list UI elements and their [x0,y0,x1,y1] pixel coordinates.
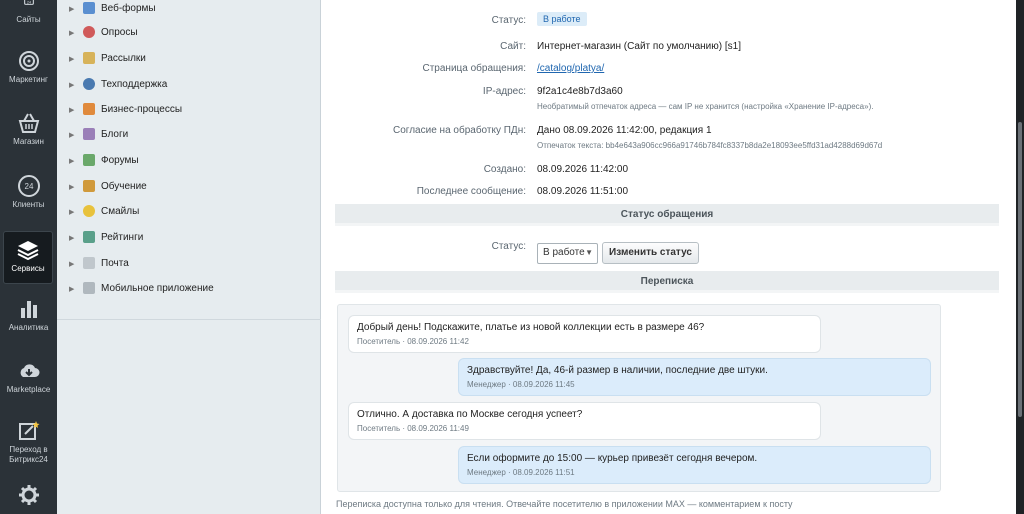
page-label: Страница обращения: [422,63,527,74]
chat-message: Если оформите до 15:00 — курьер привезёт… [458,446,931,484]
tree-item-mobile-app[interactable]: ▶ Мобильное приложение [69,280,214,296]
expand-arrow-icon[interactable]: ▶ [69,157,75,165]
expand-arrow-icon[interactable]: ▶ [69,131,75,139]
basket-icon [18,113,39,133]
nav-item-sites[interactable]: 24 Сайты [0,0,57,25]
consent-value: Дано 08.09.2026 11:42:00, редакция 1 [537,125,712,136]
consent-note: Отпечаток текста: bb4e643a906cc966a91746… [537,141,883,150]
expand-arrow-icon[interactable]: ▶ [69,29,75,37]
consent-label: Согласие на обработку ПДн: [393,125,526,136]
polls-icon [83,26,95,38]
services-tree-panel: ▶ Веб-формы ▶ Опросы ▶ Рассылки ▶ Техподдерж… [57,0,321,514]
bp-icon [83,103,95,115]
webforms-icon [83,2,95,14]
chat-section-title: Переписка [335,271,999,293]
chat-footnote: Переписка доступна только для чтения. От… [336,499,793,509]
nav-item-marketing[interactable]: Маркетинг [0,50,57,85]
expand-arrow-icon[interactable]: ▶ [69,183,75,191]
expand-arrow-icon[interactable]: ▶ [69,106,75,114]
chat-message: Добрый день! Подскажите, платье из новой… [348,315,821,353]
chat-message: Здравствуйте! Да, 46-й размер в наличии,… [458,358,931,396]
status-label: Статус: [491,15,526,26]
expand-arrow-icon[interactable]: ▶ [69,208,75,216]
bar-chart-icon [20,301,37,318]
tree-item-learning[interactable]: ▶ Обучение [69,178,147,194]
created-label: Создано: [483,164,526,175]
chat-history: Добрый день! Подскажите, платье из новой… [337,304,941,492]
nav-item-shop[interactable]: Магазин [0,112,57,147]
ip-value: 9f2a1c4e8b7d3a60 [537,86,623,97]
learning-icon [83,180,95,192]
expand-arrow-icon[interactable]: ▶ [69,234,75,242]
status-select[interactable]: В работе ▼ [537,243,598,264]
tree-item-forums[interactable]: ▶ Форумы [69,152,139,168]
smile-icon [83,205,95,217]
ip-note: Необратимый отпечаток адреса — сам IP не… [537,102,874,111]
expand-arrow-icon[interactable]: ▶ [69,81,75,89]
expand-arrow-icon[interactable]: ▶ [69,260,75,268]
gear-icon [18,485,39,505]
expand-arrow-icon[interactable]: ▶ [69,55,75,63]
last-message-value: 08.09.2026 11:51:00 [537,186,629,197]
tree-item-support[interactable]: ▶ Техподдержка [69,76,167,92]
created-value: 08.09.2026 11:42:00 [537,164,629,175]
ticket-details: Статус: В работе Сайт: Интернет-магазин … [321,0,1016,514]
letter-icon [83,257,95,269]
nav-item-services[interactable]: Сервисы [3,231,53,284]
left-navigation: 24 Сайты Маркетинг Магазин 24 Клиенты Се… [0,0,57,514]
mobile-icon [83,282,95,294]
target-icon [18,51,39,71]
rating-icon [83,231,95,243]
ip-label: IP-адрес: [482,86,526,97]
status-badge: В работе [537,12,587,26]
blog-icon [83,128,95,140]
clients-24-icon: 24 [17,175,40,197]
expand-arrow-icon[interactable]: ▶ [69,285,75,293]
site-value: Интернет-магазин (Сайт по умолчанию) [s1… [537,41,741,52]
tree-item-mail[interactable]: ▶ Почта [69,255,129,271]
scrollbar-thumb[interactable] [1018,122,1022,417]
nav-item-marketplace[interactable]: Marketplace [0,360,57,395]
page-link[interactable]: /catalog/platya/ [537,63,604,74]
svg-text:24: 24 [24,182,33,191]
cloud-download-icon [20,364,39,377]
nav-item-clients[interactable]: 24 Клиенты [0,175,57,210]
tree-item-smileys[interactable]: ▶ Смайлы [69,203,139,219]
chat-message: Отлично. А доставка по Москве сегодня ус… [348,402,821,440]
tree-item-polls[interactable]: ▶ Опросы [69,24,138,40]
chevron-down-icon: ▼ [585,248,593,257]
tree-item-business-processes[interactable]: ▶ Бизнес-процессы [69,101,182,117]
nav-item-analytics[interactable]: Аналитика [0,298,57,333]
expand-arrow-icon[interactable]: ▶ [69,5,75,13]
sites-icon: 24 [23,0,34,5]
mail-icon [83,52,95,64]
window-scrollbar[interactable] [1016,0,1024,514]
status-section-title: Статус обращения [335,204,999,226]
nav-item-bitrix24[interactable]: Переход в Битрикс24 [0,420,57,465]
status-select-label: Статус: [491,241,526,252]
last-message-label: Последнее сообщение: [416,186,526,197]
change-status-button[interactable]: Изменить статус [602,242,699,264]
svg-text:24: 24 [26,0,30,4]
forum-icon [83,154,95,166]
services-tree: ▶ Веб-формы ▶ Опросы ▶ Рассылки ▶ Техподдерж… [57,0,321,320]
layers-icon [17,241,39,261]
tree-item-ratings[interactable]: ▶ Рейтинги [69,229,143,245]
site-label: Сайт: [500,41,526,52]
edit-star-icon [18,421,39,440]
headset-icon [83,78,95,90]
tree-item-mailings[interactable]: ▶ Рассылки [69,50,146,66]
tree-item-blogs[interactable]: ▶ Блоги [69,126,128,142]
nav-item-settings[interactable] [0,484,57,509]
tree-item-webforms[interactable]: ▶ Веб-формы [69,0,156,16]
